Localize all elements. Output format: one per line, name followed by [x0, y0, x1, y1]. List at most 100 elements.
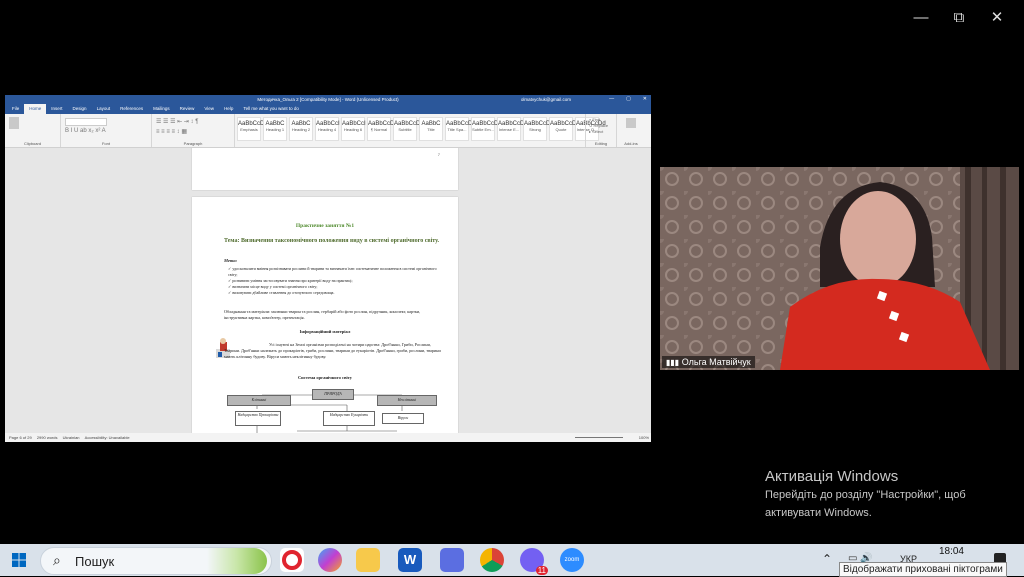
word-minimize-icon[interactable]: — — [609, 95, 614, 104]
close-button[interactable]: ✕ — [978, 8, 1016, 28]
style-item[interactable]: AaBbC Heading 1 — [263, 117, 287, 141]
opera-icon[interactable] — [280, 548, 304, 572]
style-name: Strong — [529, 127, 541, 132]
style-item[interactable]: AaBbCcDd Emphasis — [237, 117, 268, 141]
tab-design[interactable]: Design — [68, 104, 92, 114]
style-name: Emphasis — [240, 127, 258, 132]
style-item[interactable]: AaBbCcDd Subtitle — [393, 117, 424, 141]
tell-me-search[interactable]: Tell me what you want to do — [238, 104, 304, 114]
scheme-noncellular: Неклітинні — [377, 395, 437, 406]
style-name: Title — [427, 127, 435, 132]
tab-layout[interactable]: Layout — [92, 104, 116, 114]
style-name: Heading 1 — [265, 127, 285, 132]
camera-feed — [660, 167, 1019, 370]
style-item[interactable]: AaBbCcI Heading 6 — [341, 117, 366, 141]
document-area[interactable]: 7 Практичне заняття №1 Тема: Визначення … — [5, 148, 651, 433]
tab-file[interactable]: File — [7, 104, 24, 114]
status-accessibility[interactable]: Accessibility: Unavailable — [85, 435, 130, 440]
status-page[interactable]: Page 6 of 29 — [9, 435, 32, 440]
windows-start-icon[interactable] — [12, 553, 26, 567]
style-item[interactable]: AaBbC Title — [419, 117, 443, 141]
signal-icon: ▮▮▮ — [666, 358, 680, 367]
tab-review[interactable]: Review — [175, 104, 200, 114]
goal-item: удосконалити вміння розпізнавати рослини… — [228, 266, 443, 278]
file-explorer-icon[interactable] — [356, 548, 380, 572]
camera-video-tile[interactable]: ▮▮▮ Ольга Матвійчук — [660, 167, 1019, 370]
style-item[interactable]: AaBbCcDd Title Spa... — [445, 117, 476, 141]
scheme-prokaryotes: Надцарство Прокаріоти — [235, 411, 281, 426]
style-item[interactable]: AaBbCcDd ¶ Normal — [367, 117, 398, 141]
minimize-button[interactable]: — — [902, 8, 940, 28]
zoom-taskbar-icon[interactable]: zoom — [560, 548, 584, 572]
style-item[interactable]: AaBbCcDd Intense E... — [497, 117, 528, 141]
chrome-icon[interactable] — [480, 548, 504, 572]
taskbar-search[interactable]: ⌕ Пошук — [40, 547, 272, 575]
page-previous[interactable]: 7 — [192, 148, 458, 190]
style-name: Subtle Em... — [472, 127, 494, 132]
font-format-icons[interactable]: B I U ab x₂ x² A — [65, 128, 106, 134]
editing-group: ⌕ Find ↺ Replace ▸ Select Editing — [585, 114, 617, 147]
window-controls: — ⧉ ✕ — [902, 8, 1016, 28]
paste-icon[interactable] — [9, 117, 19, 129]
align-icons[interactable]: ≡ ≡ ≡ ≡ ↕ ▦ — [156, 128, 187, 135]
addins-icon[interactable] — [626, 118, 636, 128]
page-current[interactable]: Практичне заняття №1 Тема: Визначення та… — [192, 197, 458, 433]
word-taskbar-icon[interactable]: W — [398, 548, 422, 572]
notes-app-icon[interactable] — [440, 548, 464, 572]
style-name: Intense E... — [498, 127, 520, 132]
clock-time[interactable]: 18:04 — [939, 546, 964, 557]
scheme-heading: Система органічного світу — [297, 375, 353, 380]
tab-help[interactable]: Help — [219, 104, 238, 114]
status-zoom[interactable]: 100% — [639, 433, 649, 442]
tab-home[interactable]: Home — [24, 104, 47, 114]
list-icons[interactable]: ☰ ☰ ☰ ⇤ ⇥ ↕ ¶ — [156, 118, 198, 125]
tab-insert[interactable]: Insert — [46, 104, 67, 114]
search-icon: ⌕ — [53, 552, 61, 568]
scheme-cellular: Клітинні — [227, 395, 291, 406]
tab-references[interactable]: References — [115, 104, 148, 114]
organic-world-scheme: ПРИРОДА Клітинні Неклітинні Надцарство П… — [227, 387, 437, 433]
activation-heading: Активація Windows — [765, 468, 899, 485]
editing-label: Editing — [594, 141, 608, 146]
restore-button[interactable]: ⧉ — [940, 8, 978, 28]
goal-item: виховувати дбайливе ставлення до оточуюч… — [228, 290, 443, 296]
word-close-icon[interactable]: ✕ — [643, 95, 647, 104]
equipment-text: Обладнання та матеріали: малюнки тварин … — [224, 309, 421, 320]
search-highlight-icon — [207, 548, 267, 574]
paragraph-label: Paragraph — [183, 141, 203, 146]
style-item[interactable]: AaBbCcI Heading 4 — [315, 117, 340, 141]
font-name-box[interactable] — [65, 118, 107, 126]
chevron-up-icon[interactable]: ⌃ — [822, 552, 832, 566]
activation-line1: Перейдіть до розділу "Настройки", щоб — [765, 489, 966, 501]
copilot-icon[interactable] — [318, 548, 342, 572]
clipboard-group: Clipboard — [5, 114, 61, 147]
style-name: Subtitle — [398, 127, 412, 132]
goals-list: удосконалити вміння розпізнавати рослини… — [228, 266, 443, 296]
word-restore-icon[interactable]: ▢ — [626, 95, 631, 104]
editing-icons[interactable]: ⌕ Find ↺ Replace ▸ Select — [589, 117, 608, 135]
style-item[interactable]: AaBbCcDd Quote — [549, 117, 580, 141]
status-words[interactable]: 2990 words — [37, 435, 58, 440]
scheme-eukaryotes: Надцарство Еукаріоти — [323, 411, 375, 426]
ribbon: Clipboard B I U ab x₂ x² A Font ☰ ☰ ☰ ⇤ … — [5, 114, 651, 148]
tab-view[interactable]: View — [199, 104, 219, 114]
tab-mailings[interactable]: Mailings — [148, 104, 175, 114]
style-item[interactable]: AaBbCcDd Strong — [523, 117, 554, 141]
status-bar: Page 6 of 29 2990 words Ukrainian Access… — [5, 433, 651, 442]
style-item[interactable]: AaBbC Heading 2 — [289, 117, 313, 141]
viber-icon[interactable]: 11 — [520, 548, 548, 575]
addins-group: Add-ins — [616, 114, 646, 147]
account-email[interactable]: olmatvychuk@gmail.com — [521, 95, 571, 104]
activation-line2: активувати Windows. — [765, 507, 872, 519]
search-label: Пошук — [75, 554, 115, 569]
font-group: B I U ab x₂ x² A Font — [61, 114, 152, 147]
doc-theme: Тема: Визначення таксономічного положенн… — [224, 238, 440, 244]
doc-title: Практичне заняття №1 — [295, 223, 355, 229]
style-item[interactable]: AaBbCcDd Subtle Em... — [471, 117, 502, 141]
style-name: Title Spa... — [447, 127, 467, 132]
zoom-slider[interactable] — [575, 437, 623, 438]
status-language[interactable]: Ukrainian — [63, 435, 80, 440]
clipboard-label: Clipboard — [23, 141, 42, 146]
scheme-viruses: Віруси — [382, 413, 424, 424]
page-number: 7 — [437, 152, 440, 157]
